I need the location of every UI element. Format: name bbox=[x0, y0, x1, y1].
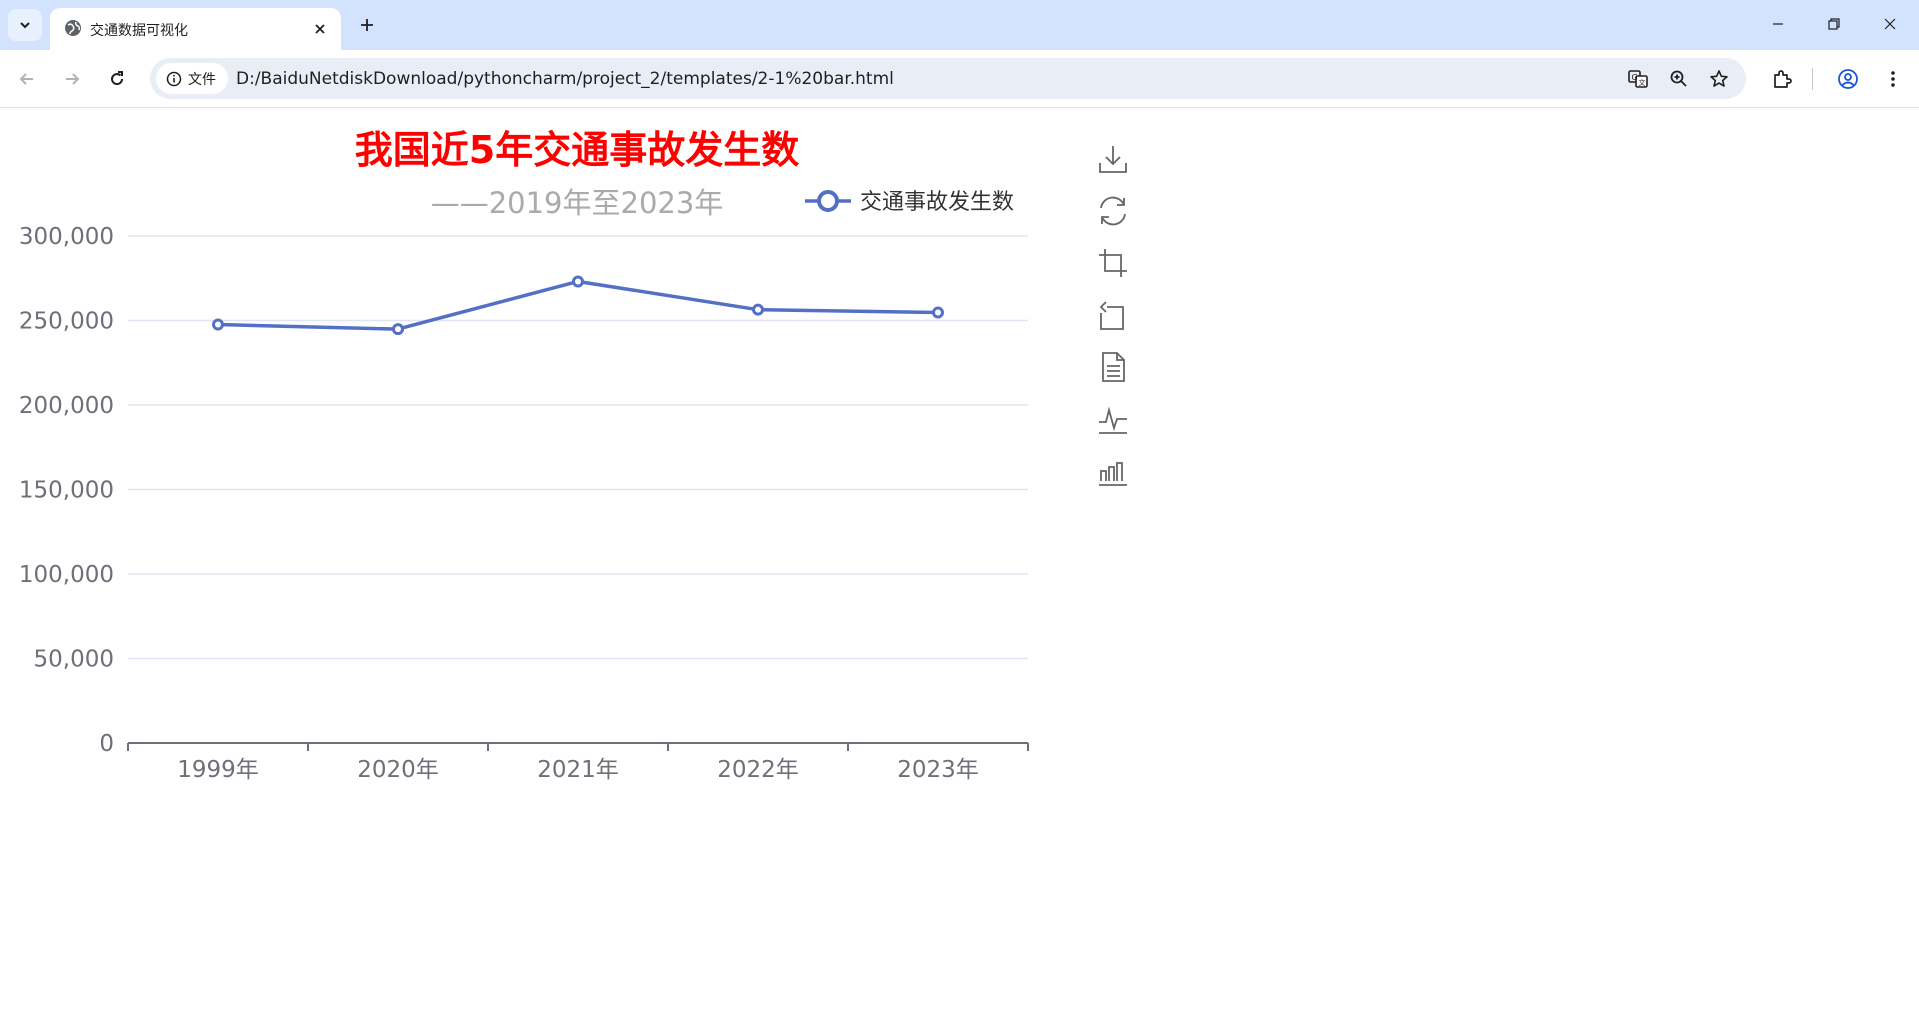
data-point[interactable] bbox=[932, 306, 944, 319]
svg-text:G: G bbox=[1632, 73, 1638, 82]
site-info-chip[interactable]: 文件 bbox=[156, 63, 228, 94]
tab-title: 交通数据可视化 bbox=[90, 23, 188, 39]
chart-toolbox bbox=[1093, 133, 1133, 497]
grid-lines bbox=[128, 235, 1028, 660]
x-tick-label: 2023年 bbox=[897, 757, 979, 783]
x-tick-label: 1999年 bbox=[177, 757, 259, 783]
chart-title: 我国近5年交通事故发生数 bbox=[355, 128, 799, 172]
data-zoom-back-button[interactable] bbox=[1093, 289, 1133, 341]
back-button[interactable] bbox=[11, 63, 43, 95]
y-tick-label: 200,000 bbox=[19, 393, 114, 419]
restore-window-icon bbox=[1828, 18, 1840, 30]
reload-button[interactable] bbox=[101, 63, 133, 95]
line-chart: 我国近5年交通事故发生数 ——2019年至2023年 0 50,000 100,00… bbox=[19, 128, 1029, 783]
star-icon bbox=[1710, 70, 1728, 87]
data-point[interactable] bbox=[212, 318, 224, 331]
switch-to-bar-button[interactable] bbox=[1093, 445, 1133, 497]
restore-button[interactable] bbox=[1093, 185, 1133, 237]
y-tick-label: 50,000 bbox=[34, 647, 114, 673]
close-icon bbox=[315, 24, 325, 34]
zoom-in-icon bbox=[1670, 70, 1687, 87]
globe-icon bbox=[65, 20, 81, 36]
data-zoom-button[interactable] bbox=[1093, 237, 1133, 289]
data-view-button[interactable] bbox=[1093, 341, 1133, 393]
reload-icon bbox=[111, 71, 124, 86]
restore-window-button[interactable] bbox=[1806, 0, 1862, 48]
y-tick-label: 150,000 bbox=[19, 478, 114, 504]
y-axis: 0 50,000 100,000 150,000 200,000 250,000 300,0… bbox=[19, 224, 114, 757]
browser-menu-button[interactable] bbox=[1878, 64, 1908, 94]
puzzle-icon bbox=[1774, 70, 1792, 88]
address-bar[interactable]: 文件 D:/BaiduNetdiskDownload/pythoncharm/p… bbox=[150, 58, 1746, 99]
series-line bbox=[217, 279, 939, 331]
bar-chart-icon bbox=[1099, 462, 1127, 486]
save-as-image-button[interactable] bbox=[1093, 133, 1133, 185]
download-icon bbox=[1099, 146, 1127, 173]
minimize-button[interactable] bbox=[1750, 0, 1806, 48]
page-content: 我国近5年交通事故发生数 ——2019年至2023年 0 50,000 100,00… bbox=[0, 109, 1919, 1020]
close-window-button[interactable] bbox=[1862, 0, 1918, 48]
account-icon bbox=[1838, 69, 1858, 89]
minimize-icon bbox=[1773, 23, 1783, 25]
arrow-left-icon bbox=[19, 73, 33, 85]
active-tab[interactable]: 交通数据可视化 bbox=[50, 8, 341, 50]
document-icon bbox=[1102, 352, 1125, 382]
url-text[interactable]: D:/BaiduNetdiskDownload/pythoncharm/proj… bbox=[236, 69, 894, 89]
x-tick-label: 2021年 bbox=[537, 757, 619, 783]
tab-search-button[interactable] bbox=[8, 9, 42, 41]
forward-button[interactable] bbox=[56, 63, 88, 95]
data-point[interactable] bbox=[752, 303, 764, 316]
x-tick-label: 2022年 bbox=[717, 757, 799, 783]
svg-text:文: 文 bbox=[1639, 78, 1646, 87]
data-point[interactable] bbox=[572, 275, 584, 288]
plus-icon bbox=[361, 19, 373, 31]
info-icon bbox=[166, 71, 182, 86]
toolbar-separator bbox=[1812, 68, 1813, 90]
x-axis: 1999年 2020年 2021年 2022年 2023年 bbox=[127, 742, 1029, 783]
refresh-icon bbox=[1100, 196, 1126, 226]
close-icon bbox=[1884, 18, 1896, 30]
chevron-down-icon bbox=[20, 22, 30, 29]
browser-toolbar: 文件 D:/BaiduNetdiskDownload/pythoncharm/p… bbox=[0, 50, 1919, 108]
bookmark-button[interactable] bbox=[1706, 66, 1732, 92]
data-point[interactable] bbox=[392, 323, 404, 336]
series-line-group bbox=[212, 275, 944, 336]
tab-close-button[interactable] bbox=[309, 18, 331, 40]
more-vert-icon bbox=[1891, 71, 1895, 87]
zoom-area-icon bbox=[1099, 249, 1127, 277]
y-tick-label: 300,000 bbox=[19, 224, 114, 250]
zoom-button[interactable] bbox=[1666, 66, 1692, 92]
site-chip-label: 文件 bbox=[188, 71, 216, 88]
y-tick-label: 250,000 bbox=[19, 309, 114, 335]
profile-button[interactable] bbox=[1833, 64, 1863, 94]
new-tab-button[interactable] bbox=[352, 10, 382, 40]
line-chart-icon bbox=[1099, 406, 1127, 434]
switch-to-line-button[interactable] bbox=[1093, 393, 1133, 445]
y-tick-label: 0 bbox=[99, 731, 114, 757]
legend-item[interactable]: 交通事故发生数 bbox=[805, 190, 1014, 215]
extensions-button[interactable] bbox=[1767, 64, 1797, 94]
x-tick-label: 2020年 bbox=[357, 757, 439, 783]
zoom-back-icon bbox=[1099, 301, 1124, 330]
translate-button[interactable]: G文 bbox=[1625, 66, 1651, 92]
tab-strip: 交通数据可视化 bbox=[0, 0, 1919, 50]
chart-subtitle: ——2019年至2023年 bbox=[431, 186, 724, 220]
y-tick-label: 100,000 bbox=[19, 562, 114, 588]
legend-circle-symbol bbox=[817, 190, 839, 212]
translate-icon: G文 bbox=[1628, 70, 1648, 88]
arrow-right-icon bbox=[66, 73, 80, 85]
legend-label: 交通事故发生数 bbox=[860, 190, 1014, 215]
